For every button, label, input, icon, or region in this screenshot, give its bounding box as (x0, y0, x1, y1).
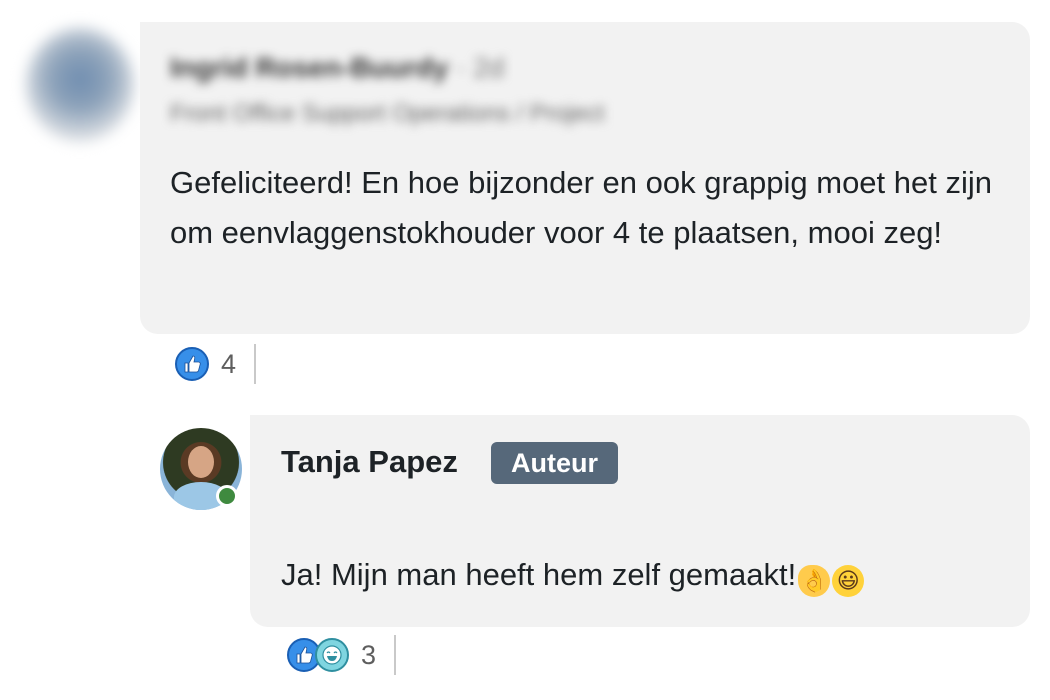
commenter-avatar[interactable] (26, 28, 134, 142)
reply-text: Ja! Mijn man heeft hem zelf gemaakt! 👌 😃 (281, 550, 1001, 600)
like-icon (175, 347, 209, 381)
commenter-name-text[interactable]: Ingrid Rosen-Buurdy (170, 52, 448, 83)
ok-hand-emoji: 👌 (798, 565, 831, 597)
funny-icon (315, 638, 349, 672)
reaction-count[interactable]: 4 (221, 349, 236, 380)
author-name[interactable]: Tanja Papez (281, 440, 458, 484)
reply-text-content: Ja! Mijn man heeft hem zelf gemaakt! (281, 557, 797, 592)
reaction-divider (394, 635, 397, 675)
grinning-face-emoji: 😃 (832, 565, 865, 597)
reaction-count[interactable]: 3 (361, 640, 376, 671)
reply-reactions[interactable]: 3 (287, 633, 397, 677)
comment-text: Gefeliciteerd! En hoe bijzonder en ook g… (170, 165, 992, 250)
comment-reactions[interactable]: 4 (175, 342, 257, 386)
commenter-name[interactable]: Ingrid Rosen-Buurdy · 2d (170, 52, 505, 84)
reaction-divider (254, 344, 257, 384)
online-status-indicator (216, 485, 238, 507)
commenter-headline: Front Office Support Operations / Projec… (170, 100, 605, 127)
comment-time: 2d (473, 52, 505, 83)
author-badge: Auteur (491, 442, 618, 484)
